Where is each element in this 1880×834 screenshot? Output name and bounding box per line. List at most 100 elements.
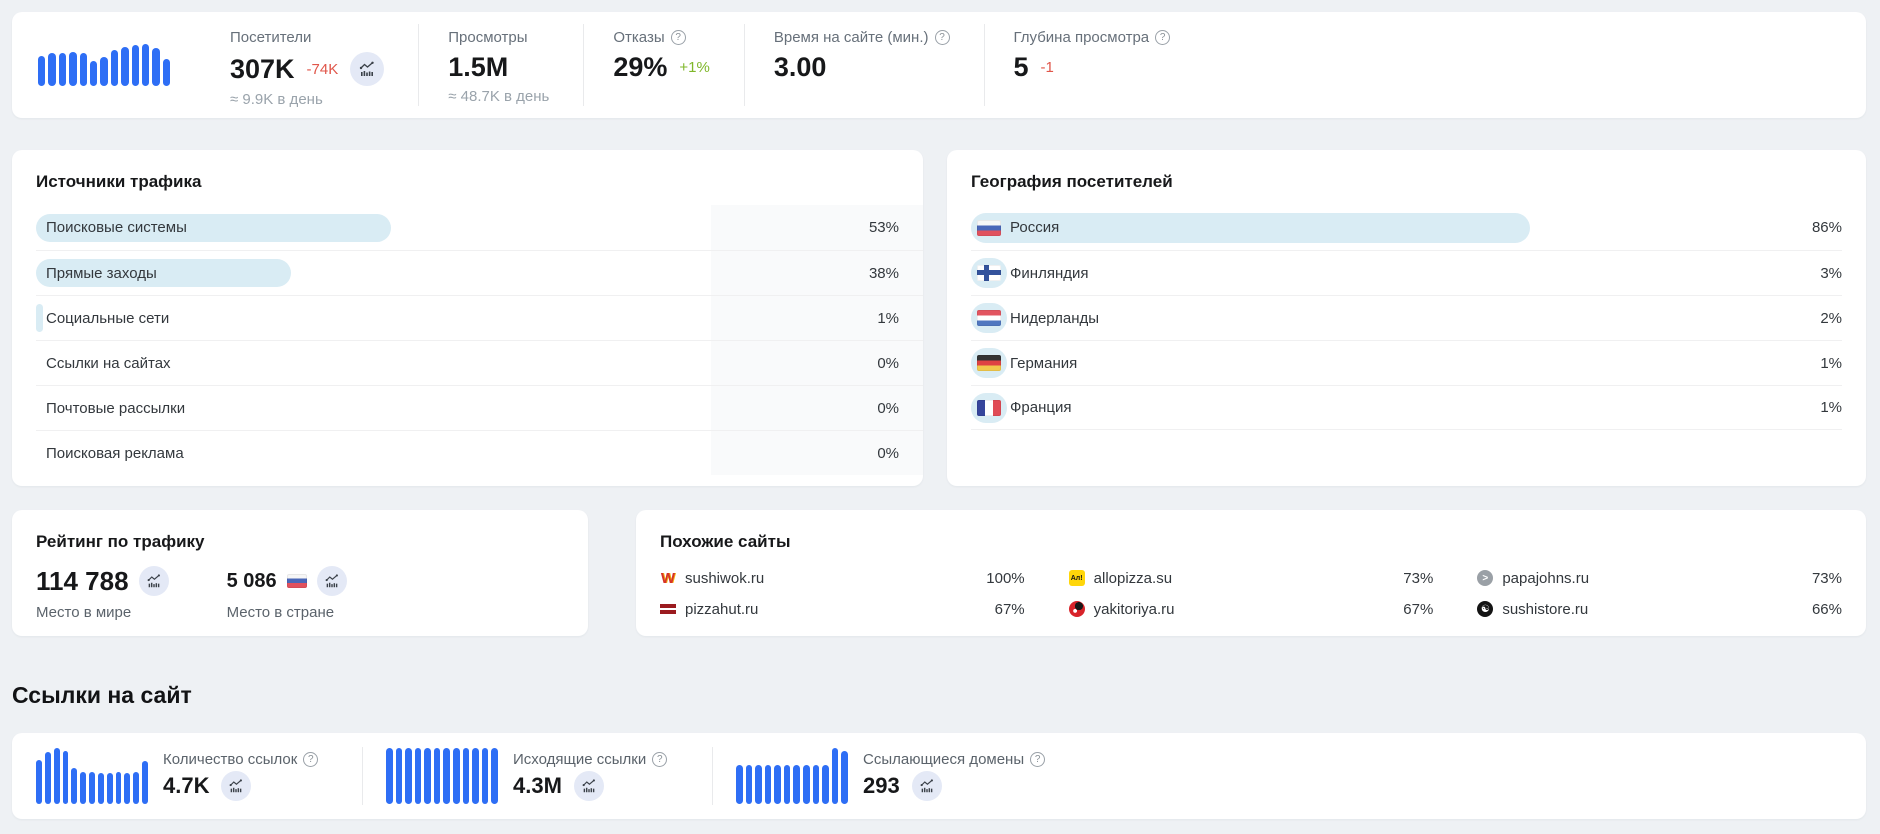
links-metric-chart xyxy=(36,748,148,804)
similar-site-link[interactable]: allopizza.su xyxy=(1094,570,1172,587)
similar-site-link[interactable]: yakitoriya.ru xyxy=(1094,601,1175,618)
traffic-source-row: Почтовые рассылки 0% xyxy=(36,385,923,430)
traffic-source-label: Ссылки на сайтах xyxy=(46,354,171,372)
similar-site-link[interactable]: pizzahut.ru xyxy=(685,601,758,618)
traffic-source-row: Прямые заходы 38% xyxy=(36,250,923,295)
traffic-source-label: Социальные сети xyxy=(46,309,170,327)
similar-sites-title: Похожие сайты xyxy=(660,532,791,551)
geography-row: Нидерланды 2% xyxy=(971,295,1842,340)
geography-card: География посетителей Россия 86% Финлянд… xyxy=(947,150,1866,486)
metric-time-on-site: Время на сайте (мин.) ? 3.00 xyxy=(743,12,984,118)
traffic-source-percent: 1% xyxy=(711,296,923,340)
similar-site-item: sushistore.ru 66% xyxy=(1477,597,1842,621)
links-metric-chart-icon[interactable] xyxy=(573,771,604,801)
visitors-summary-bar: Посетители 307K -74K ≈ 9.9K в день Просм… xyxy=(12,12,1866,118)
bounces-help-icon[interactable]: ? xyxy=(670,30,686,45)
traffic-rank-title: Рейтинг по трафику xyxy=(36,532,205,551)
country-name: Нидерланды xyxy=(1010,309,1100,327)
time-help-icon[interactable]: ? xyxy=(934,30,950,45)
geography-row: Россия 86% xyxy=(971,205,1842,250)
country-flag-icon xyxy=(977,265,1001,281)
country-percent: 86% xyxy=(1811,219,1842,236)
similar-site-percent: 67% xyxy=(1403,600,1434,618)
metric-visitors-delta: -74K xyxy=(306,60,339,78)
site-favicon xyxy=(1477,601,1494,617)
links-metric-value: 293 xyxy=(863,773,900,798)
links-metric-chart-icon[interactable] xyxy=(911,771,942,801)
links-section-heading: Ссылки на сайт xyxy=(12,682,192,708)
site-favicon xyxy=(1477,570,1494,586)
links-metric: Исходящие ссылки ? 4.3M xyxy=(362,733,712,819)
traffic-source-label: Прямые заходы xyxy=(46,264,157,282)
traffic-source-row: Поисковые системы 53% xyxy=(36,205,923,250)
country-flag-icon xyxy=(977,399,1001,416)
similar-sites-card: Похожие сайты sushiwok.ru 100% allopizza… xyxy=(636,510,1866,636)
rank-country-chart-icon[interactable] xyxy=(316,566,347,596)
visitors-chart-icon[interactable] xyxy=(350,52,385,86)
links-metric-help-icon[interactable]: ? xyxy=(1030,752,1046,767)
links-metric: Количество ссылок ? 4.7K xyxy=(12,733,362,819)
links-metric-chart-icon[interactable] xyxy=(221,771,252,801)
traffic-sources-card: Источники трафика Поисковые системы 53% xyxy=(12,150,923,486)
metric-bounces-value: 29% xyxy=(613,52,668,82)
metric-views-value: 1.5M xyxy=(448,52,509,82)
traffic-source-row: Ссылки на сайтах 0% xyxy=(36,340,923,385)
country-name: Финляндия xyxy=(1010,264,1089,282)
rank-country-value: 5 086 xyxy=(226,569,277,592)
site-favicon xyxy=(1068,601,1085,617)
rank-world-chart-icon[interactable] xyxy=(138,566,169,596)
links-metric-chart xyxy=(736,748,848,804)
metric-time-value: 3.00 xyxy=(773,52,827,82)
country-flag-icon xyxy=(286,574,307,588)
traffic-source-percent: 53% xyxy=(711,205,923,250)
rank-world-label: Место в мире xyxy=(36,604,132,621)
country-percent: 2% xyxy=(1820,309,1842,327)
links-metric-label: Ссылающиеся домены xyxy=(863,751,1025,768)
similar-site-link[interactable]: papajohns.ru xyxy=(1502,570,1589,587)
similar-site-item: sushiwok.ru 100% xyxy=(660,566,1025,590)
traffic-source-row: Поисковая реклама 0% xyxy=(36,430,923,475)
traffic-source-percent: 0% xyxy=(711,386,923,430)
geography-list: Россия 86% Финляндия 3% Нидерланды 2% Ге… xyxy=(971,205,1842,430)
geography-row: Финляндия 3% xyxy=(971,250,1842,295)
rank-country-label: Место в стране xyxy=(226,604,335,621)
traffic-sources-title: Источники трафика xyxy=(36,172,202,191)
similar-site-percent: 73% xyxy=(1403,569,1434,587)
traffic-source-label: Поисковые системы xyxy=(46,219,187,236)
country-percent: 1% xyxy=(1820,354,1842,372)
links-metric-label: Исходящие ссылки xyxy=(513,751,647,768)
links-metric-help-icon[interactable]: ? xyxy=(652,752,668,767)
country-flag-icon xyxy=(977,219,1001,236)
links-metric-help-icon[interactable]: ? xyxy=(303,752,319,767)
similar-site-percent: 73% xyxy=(1811,569,1842,587)
country-percent: 1% xyxy=(1820,399,1842,416)
visitors-sparkline-chart xyxy=(38,44,171,86)
metric-depth-label: Глубина просмотра xyxy=(1013,29,1150,46)
trend-chart-icon xyxy=(582,779,595,793)
metric-visitors-value: 307K xyxy=(230,53,295,84)
metric-depth-delta: -1 xyxy=(1040,59,1054,76)
similar-site-percent: 100% xyxy=(986,569,1025,587)
country-name: Франция xyxy=(1010,399,1072,416)
metric-views-label: Просмотры xyxy=(448,29,528,46)
similar-site-item: yakitoriya.ru 67% xyxy=(1068,597,1434,621)
geography-row: Франция 1% xyxy=(971,385,1842,430)
similar-site-link[interactable]: sushiwok.ru xyxy=(685,570,764,587)
similar-site-link[interactable]: sushistore.ru xyxy=(1502,601,1588,618)
links-metrics-bar: Количество ссылок ? 4.7K Исходящие ссылк… xyxy=(12,733,1866,819)
metric-visitors-label: Посетители xyxy=(230,29,312,46)
similar-site-item: allopizza.su 73% xyxy=(1068,566,1434,590)
traffic-source-label: Поисковая реклама xyxy=(46,444,184,462)
metric-time-label: Время на сайте (мин.) xyxy=(773,29,929,46)
metric-bounces: Отказы ? 29% +1% xyxy=(583,12,744,118)
country-flag-icon xyxy=(977,355,1001,371)
trend-chart-icon xyxy=(920,779,933,793)
depth-help-icon[interactable]: ? xyxy=(1155,30,1171,45)
links-metric: Ссылающиеся домены ? 293 xyxy=(712,733,1062,819)
similar-site-percent: 66% xyxy=(1811,600,1842,618)
rank-world-value: 114 788 xyxy=(36,565,129,596)
metric-depth-value: 5 xyxy=(1013,52,1029,82)
analytics-page: Посетители 307K -74K ≈ 9.9K в день Просм… xyxy=(0,0,1880,819)
trend-chart-icon xyxy=(325,574,338,588)
metric-bounces-delta: +1% xyxy=(679,59,710,76)
